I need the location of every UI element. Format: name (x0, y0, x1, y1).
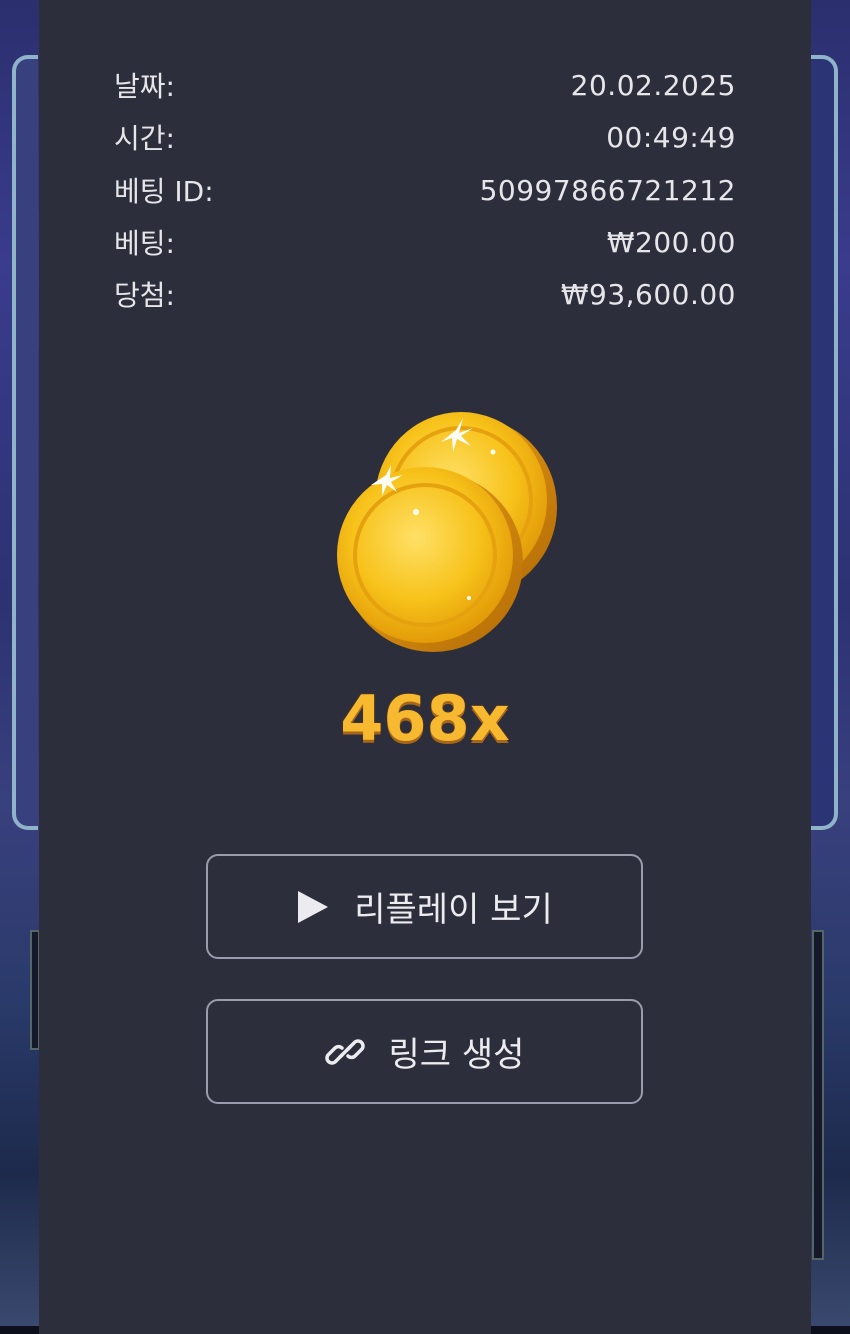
bet-id-label: 베팅 ID: (114, 175, 214, 208)
bet-id-value: 50997866721212 (479, 173, 736, 207)
bet-details-panel: 날짜: 20.02.2025 시간: 00:49:49 베팅 ID: 50997… (39, 0, 811, 1334)
bet-row: 베팅: ₩200.00 (114, 222, 736, 262)
game-side-bar-right (812, 930, 824, 1260)
link-icon (324, 1032, 365, 1072)
win-label: 당첨: (114, 279, 175, 312)
win-row: 당첨: ₩93,600.00 (114, 274, 736, 314)
time-label: 시간: (114, 122, 175, 155)
create-link-button[interactable]: 링크 생성 (206, 999, 643, 1104)
time-value: 00:49:49 (606, 120, 736, 154)
replay-button-label: 리플레이 보기 (354, 890, 553, 930)
multiplier-value: 468x (340, 682, 510, 755)
play-icon (296, 889, 330, 925)
game-reel-frame-left (12, 55, 38, 830)
game-reel-frame-right (810, 55, 838, 830)
bet-value: ₩200.00 (606, 225, 736, 259)
date-value: 20.02.2025 (570, 68, 736, 102)
replay-button[interactable]: 리플레이 보기 (206, 854, 643, 959)
time-row: 시간: 00:49:49 (114, 117, 736, 157)
bet-id-row: 베팅 ID: 50997866721212 (114, 170, 736, 210)
bet-label: 베팅: (114, 227, 175, 260)
date-label: 날짜: (114, 70, 175, 103)
coins-icon (291, 390, 561, 670)
date-row: 날짜: 20.02.2025 (114, 65, 736, 105)
create-link-button-label: 링크 생성 (388, 1035, 525, 1075)
win-value: ₩93,600.00 (560, 277, 736, 311)
